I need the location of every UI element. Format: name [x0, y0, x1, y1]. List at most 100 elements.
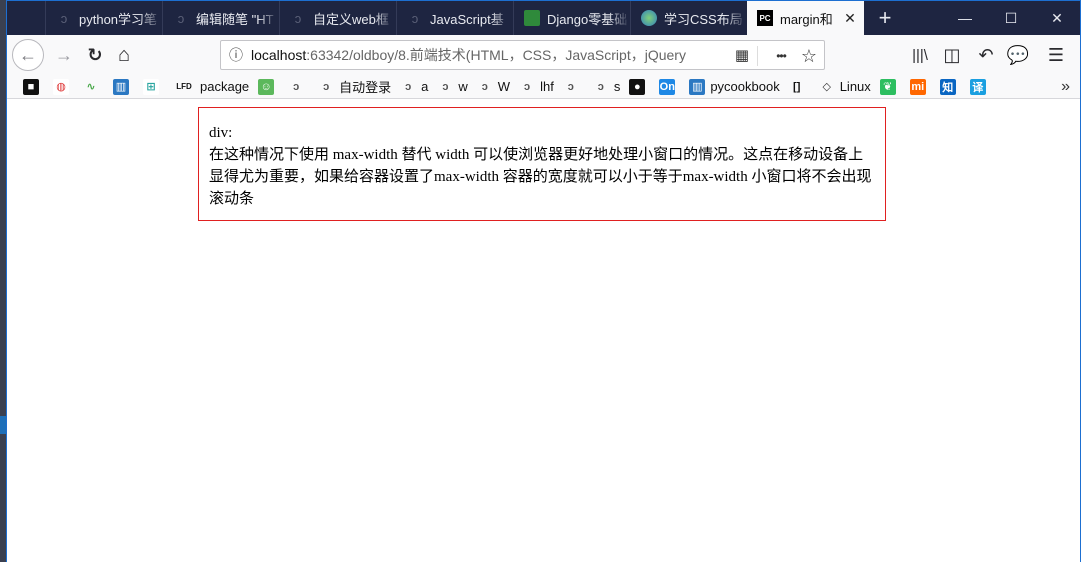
bookmark-4[interactable]: ⊞ — [143, 78, 164, 95]
tab-0[interactable]: ↄ python学习笔 — [45, 1, 162, 35]
bookmark-18[interactable]: [] — [789, 79, 810, 95]
tab-fade — [140, 1, 162, 35]
tab-3[interactable]: ↄ JavaScript基 — [396, 1, 513, 35]
generic-page-icon: ↄ — [293, 80, 300, 93]
bookmark-11[interactable]: ↄW — [477, 79, 510, 95]
tab-bar-lead — [7, 1, 45, 35]
bookmark-label: lhf — [540, 79, 554, 94]
mi-icon: mi — [909, 78, 926, 95]
brackets-icon: [] — [793, 80, 801, 93]
tab-1[interactable]: ↄ 编辑随笔 "HT — [162, 1, 279, 35]
tab-fade — [725, 1, 747, 35]
url-host: localhost — [251, 47, 307, 63]
shield-icon: ◍ — [53, 78, 69, 95]
bookmark-2[interactable]: ∿ — [83, 79, 104, 95]
tab-fade — [608, 1, 630, 35]
audio-icon: ∿ — [86, 81, 96, 93]
book-icon: ▥ — [689, 78, 706, 95]
lfd-icon: LFD — [176, 82, 192, 91]
home-button[interactable]: ⌂ — [108, 39, 140, 71]
tab-6[interactable]: PC margin和 ✕ — [747, 1, 864, 35]
bookmarks-toolbar: ■ ◍ ∿ ▥ ⊞ LFD package ☺ ↄ ↄ 自动登录 ↄ a ↄ w ↄ Wↄ lhf ↄ ↄ s ● On ▥ p… — [7, 75, 1080, 99]
evernote-icon: ❦ — [879, 78, 896, 95]
menu-icon[interactable]: ☰ — [1040, 39, 1072, 71]
reload-button[interactable]: ↻ — [79, 39, 111, 71]
tab-2[interactable]: ↄ 自定义web框 — [279, 1, 396, 35]
bookmark-8[interactable]: ↄ 自动登录 — [318, 77, 391, 96]
bookmark-3[interactable]: ▥ — [113, 78, 134, 95]
bookmark-22[interactable]: 知 — [939, 78, 961, 95]
library-icon[interactable]: |||\ — [904, 39, 936, 71]
bookmark-label: 自动登录 — [339, 80, 392, 95]
generic-page-icon: ↄ — [442, 80, 449, 93]
close-tab-icon[interactable]: ✕ — [842, 10, 858, 26]
translate-icon: 译 — [969, 78, 986, 95]
close-window-button[interactable]: ✕ — [1034, 1, 1080, 35]
bookmarks-overflow-icon[interactable]: » — [1061, 75, 1070, 99]
generic-page-icon: ↄ — [323, 80, 330, 93]
back-button[interactable]: ← — [12, 39, 44, 71]
zhihu-icon: 知 — [939, 78, 956, 95]
bookmark-16[interactable]: On — [659, 78, 680, 95]
bookmark-20[interactable]: ❦ — [879, 78, 901, 95]
bookmark-13[interactable]: ↄ — [563, 79, 584, 95]
bookmark-label: a — [421, 79, 429, 94]
bookmark-label: package — [200, 79, 250, 94]
nav-bar: ← → ↻ ⌂ ⓘ localhost:63342/oldboy/8.前端技术(… — [7, 35, 1080, 75]
bookmark-7[interactable]: ↄ — [288, 79, 309, 95]
forward-button[interactable]: → — [48, 39, 80, 71]
maximize-button[interactable]: ☐ — [988, 1, 1034, 35]
bookmark-6[interactable]: ☺ — [258, 78, 279, 95]
bookmark-15[interactable]: ● — [629, 78, 650, 95]
url-path: :63342/oldboy/8.前端技术(HTML，CSS，JavaScript… — [306, 47, 686, 63]
generic-page-icon: ↄ — [294, 10, 302, 26]
undo-close-icon[interactable]: ↶ — [970, 39, 1002, 71]
url-separator — [757, 46, 758, 66]
url-text[interactable]: localhost:63342/oldboy/8.前端技术(HTML，CSS，J… — [251, 45, 731, 65]
bookmark-label: Linux — [839, 79, 871, 94]
tab-4[interactable]: Django零基础 — [513, 1, 630, 35]
page-actions-icon[interactable]: ••• — [770, 45, 792, 67]
tab-fade — [257, 1, 279, 35]
bookmarks-list: ■ ◍ ∿ ▥ ⊞ LFD package ☺ ↄ ↄ 自动登录 ↄ a ↄ w ↄ Wↄ lhf ↄ ↄ s ● On ▥ p… — [23, 77, 1000, 96]
sidebar-icon[interactable]: ◫ — [936, 39, 968, 71]
site-info-icon[interactable]: ⓘ — [221, 45, 251, 65]
minimize-button[interactable]: — — [942, 1, 988, 35]
bookmark-23[interactable]: 译 — [969, 78, 991, 95]
bookmark-label: W — [497, 79, 511, 94]
person-icon: ● — [629, 78, 646, 95]
max-width-demo-div: div: 在这种情况下使用 max-width 替代 width 可以使浏览器更… — [198, 107, 886, 221]
book-icon: ▥ — [113, 78, 129, 95]
generic-page-icon: ↄ — [60, 10, 68, 26]
generic-page-icon: ↄ — [597, 80, 604, 93]
bookmark-19[interactable]: ◇ Linux — [819, 79, 871, 95]
bookmark-14[interactable]: ↄs — [593, 79, 621, 95]
chat-icon[interactable]: 💬 — [1002, 39, 1034, 71]
bookmark-star-icon[interactable]: ☆ — [798, 45, 820, 67]
bookmark-5[interactable]: LFD package — [173, 79, 249, 95]
bookmark-1[interactable]: ◍ — [53, 78, 74, 95]
tab-fade — [374, 1, 396, 35]
grid-icon: ⊞ — [143, 78, 159, 95]
on-icon: On — [659, 78, 676, 95]
generic-page-icon: ↄ — [481, 80, 488, 93]
generic-page-icon: ↄ — [177, 10, 185, 26]
globe-icon — [641, 10, 657, 26]
div-description: 在这种情况下使用 max-width 替代 width 可以使浏览器更好地处理小… — [209, 147, 872, 207]
tab-5[interactable]: 学习CSS布局 — [630, 1, 747, 35]
url-bar[interactable]: ⓘ localhost:63342/oldboy/8.前端技术(HTML，CSS… — [220, 40, 825, 70]
bookmark-9[interactable]: ↄa — [400, 79, 428, 95]
div-label: div: — [209, 125, 233, 141]
page-content: div: 在这种情况下使用 max-width 替代 width 可以使浏览器更… — [7, 100, 1080, 562]
square-icon: ■ — [23, 78, 39, 95]
bookmark-21[interactable]: mi — [909, 78, 931, 95]
bookmark-12[interactable]: ↄ lhf — [519, 79, 554, 95]
bookmark-0[interactable]: ■ — [23, 78, 44, 95]
bookmark-17[interactable]: ▥ pycookbook — [689, 78, 780, 95]
face-icon: ☺ — [258, 78, 275, 95]
bookmark-10[interactable]: ↄw — [437, 79, 467, 95]
qr-code-icon[interactable]: ▦ — [731, 45, 753, 67]
new-tab-button[interactable]: + — [868, 1, 902, 35]
generic-page-icon: ↄ — [524, 80, 531, 93]
pycharm-icon: PC — [757, 10, 773, 26]
